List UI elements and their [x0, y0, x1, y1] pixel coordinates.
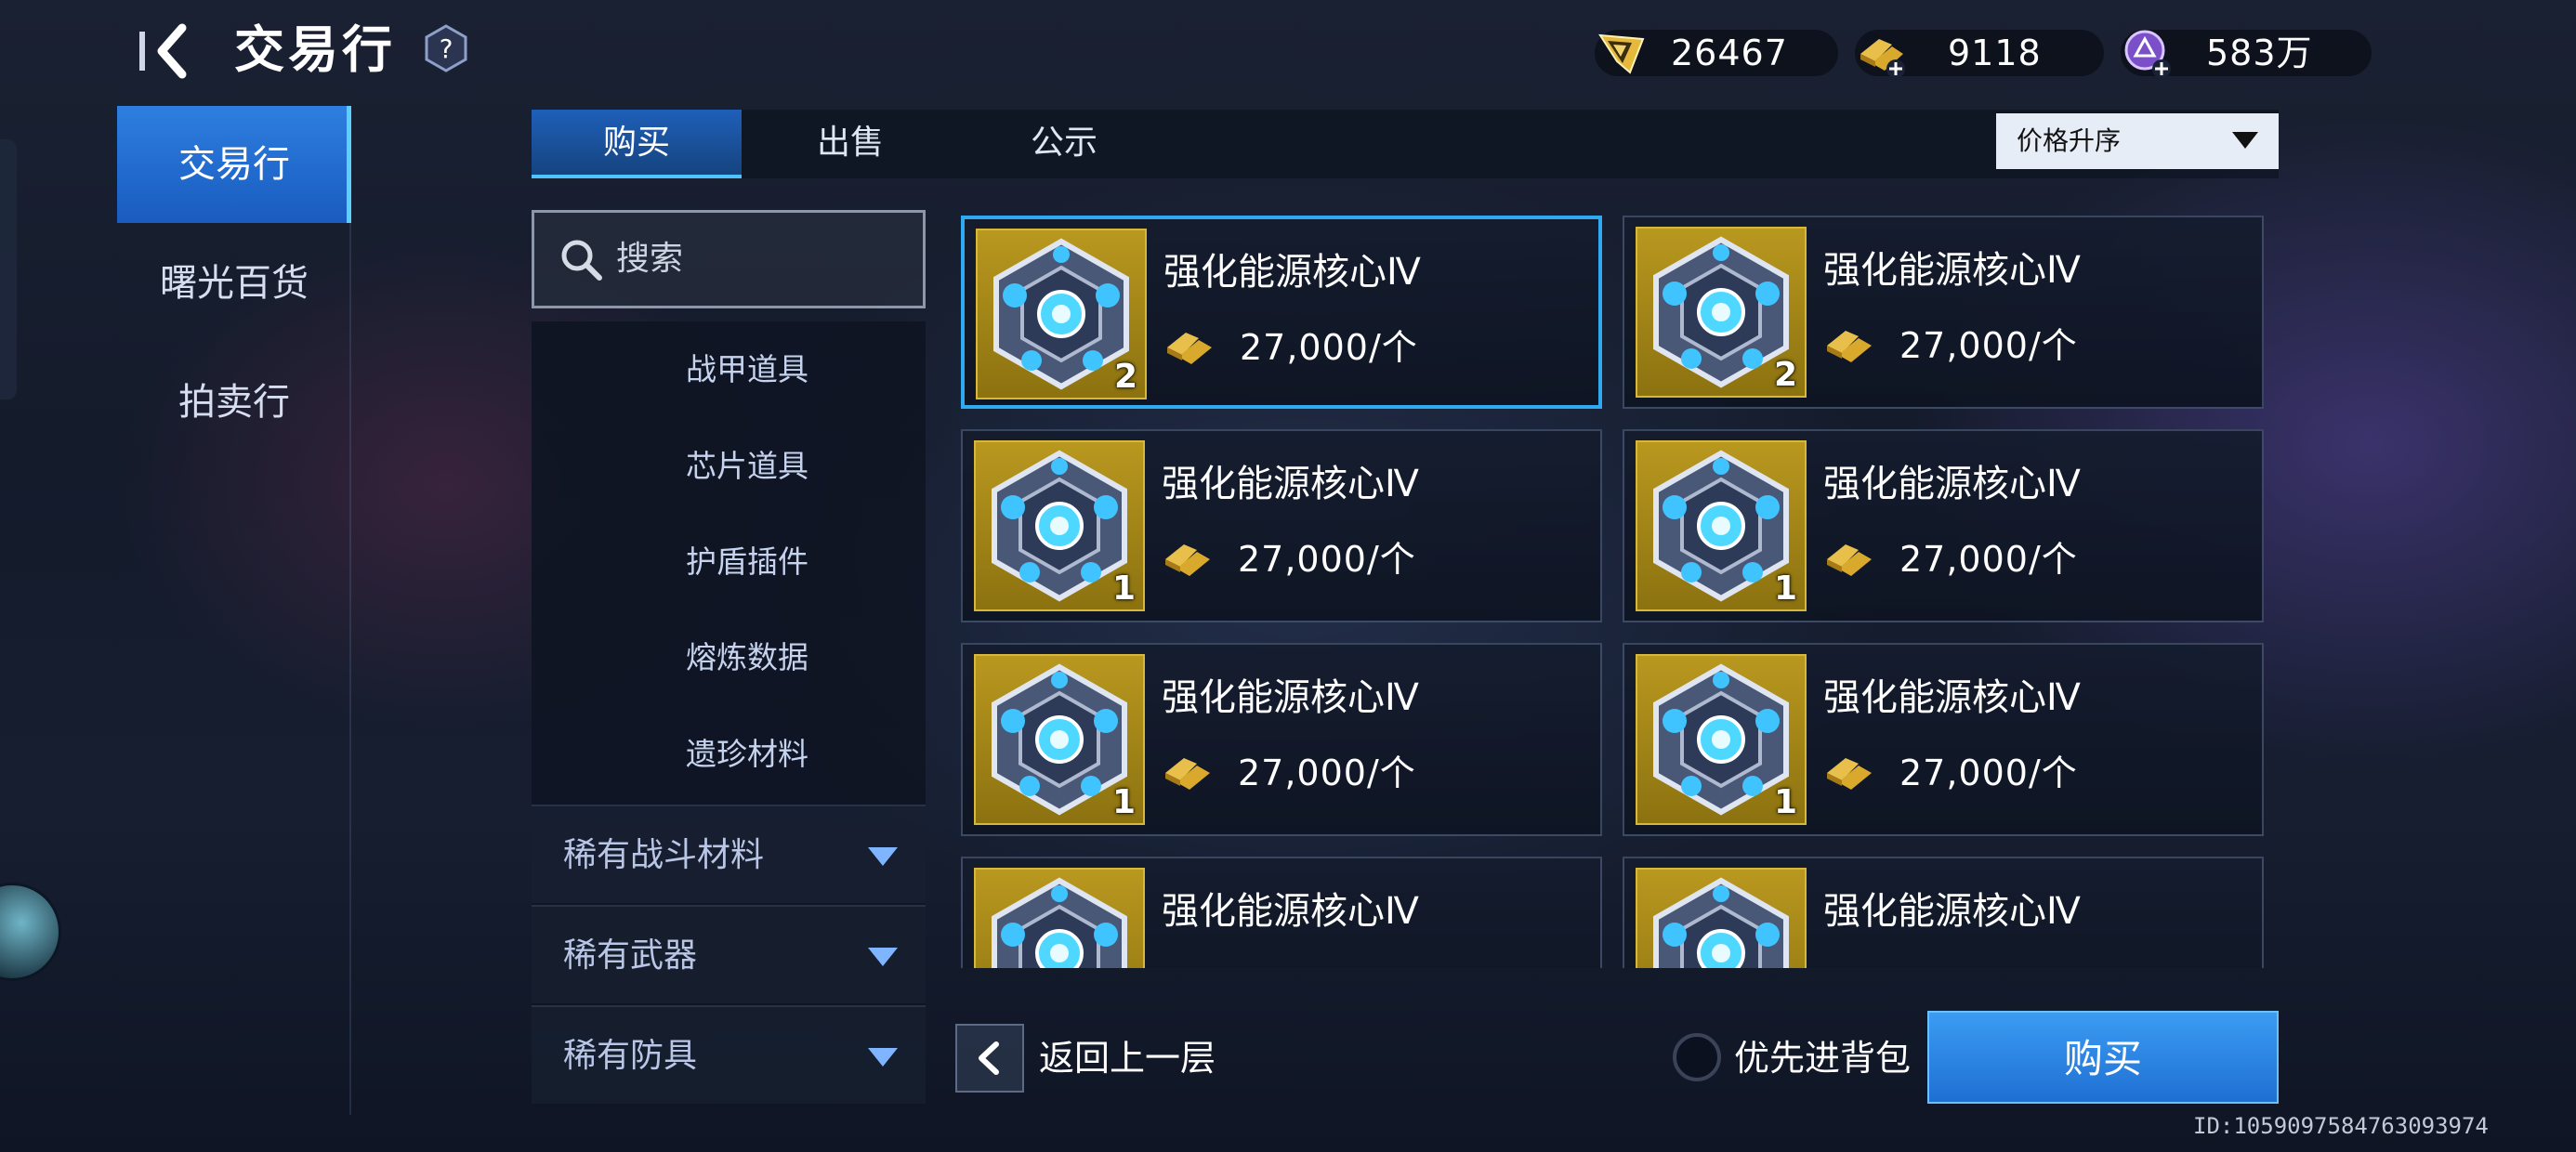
gold-bars-add-icon: [1860, 39, 1905, 78]
item-quantity: 1: [1111, 783, 1136, 821]
item-thumbnail: 1: [974, 440, 1145, 611]
subcategory-item[interactable]: 护盾插件: [532, 525, 926, 599]
search-placeholder: 搜索: [616, 240, 684, 278]
back-button[interactable]: [139, 20, 206, 82]
credit-ticket-icon: [1598, 33, 1645, 74]
item-quantity: 2: [1113, 358, 1137, 396]
search-icon: [561, 240, 602, 281]
item-name: 强化能源核心Ⅳ: [1162, 676, 1419, 719]
expand-arrow-icon: [868, 1048, 898, 1067]
item-quantity: 1: [1773, 569, 1797, 608]
sort-selected-label: 价格升序: [2017, 125, 2122, 156]
gold-bars-icon: [1165, 544, 1210, 576]
item-thumbnail: 2: [976, 229, 1147, 399]
gold-value: 9118: [1948, 33, 2042, 73]
category-group-label: 稀有防具: [563, 1037, 698, 1075]
page-title: 交易行: [234, 20, 396, 79]
gold-bars-icon: [1827, 544, 1872, 576]
category-group-label: 稀有战斗材料: [563, 836, 765, 874]
currency-gold[interactable]: 9118: [1855, 30, 2104, 78]
item-price: 27,000/个: [1899, 753, 2078, 793]
category-group-rare-weapon[interactable]: 稀有武器: [532, 905, 926, 1003]
tab-buy[interactable]: 购买: [532, 110, 742, 178]
expand-arrow-icon: [868, 847, 898, 866]
player-id: ID:1059097584763093974: [2193, 1113, 2489, 1139]
energy-core-icon: [1653, 877, 1789, 968]
category-group-rare-combat[interactable]: 稀有战斗材料: [532, 805, 926, 903]
subcategory-item[interactable]: 熔炼数据: [532, 621, 926, 695]
priority-bag-label[interactable]: 优先进背包: [1734, 1024, 1911, 1093]
listing-card[interactable]: 2 强化能源核心Ⅳ 27,000/个: [1623, 216, 2264, 409]
listing-card[interactable]: 2 强化能源核心Ⅳ 27,000/个: [961, 216, 1602, 409]
orb-value: 583万: [2206, 33, 2313, 73]
purple-orb-add-icon: [2124, 30, 2171, 78]
dropdown-arrow-icon: [2232, 132, 2258, 149]
buy-button[interactable]: 购买: [1927, 1011, 2279, 1104]
listing-card[interactable]: 1 强化能源核心Ⅳ 27,000/个: [1623, 429, 2264, 622]
back-one-level-button[interactable]: [955, 1024, 1024, 1093]
currency-credits: 26467: [1595, 30, 1838, 76]
tab-public[interactable]: 公示: [959, 110, 1169, 178]
chevron-left-icon: [979, 1041, 999, 1075]
help-label: ?: [440, 33, 453, 64]
item-price: 27,000/个: [1899, 325, 2078, 366]
listing-grid[interactable]: 2 强化能源核心Ⅳ 27,000/个 2 强化能源核心Ⅳ 27,000/个 1 …: [957, 214, 2277, 968]
listing-card[interactable]: 1 强化能源核心Ⅳ 27,000/个: [1623, 643, 2264, 836]
search-input[interactable]: 搜索: [532, 210, 926, 308]
item-name: 强化能源核心Ⅳ: [1823, 890, 2081, 933]
credits-value: 26467: [1671, 33, 1788, 73]
item-name: 强化能源核心Ⅳ: [1162, 463, 1419, 505]
expand-arrow-icon: [868, 948, 898, 966]
gold-bars-icon: [1827, 758, 1872, 790]
tab-sell[interactable]: 出售: [745, 110, 955, 178]
category-panel: 战甲道具 芯片道具 护盾插件 熔炼数据 遗珍材料 稀有战斗材料 稀有武器 稀有防…: [532, 321, 926, 1104]
side-drawer-handle[interactable]: [0, 139, 17, 399]
sort-dropdown[interactable]: 价格升序: [1996, 113, 2279, 169]
listing-card[interactable]: 强化能源核心Ⅳ: [1623, 857, 2264, 968]
item-thumbnail: 1: [1636, 654, 1807, 825]
item-quantity: 1: [1111, 569, 1136, 608]
energy-core-icon: [992, 877, 1127, 968]
priority-bag-radio[interactable]: [1673, 1033, 1721, 1081]
item-name: 强化能源核心Ⅳ: [1163, 251, 1421, 294]
nav-item-auction[interactable]: 拍卖行: [117, 344, 351, 461]
item-price: 27,000/个: [1240, 327, 1418, 368]
gold-bars-icon: [1827, 331, 1872, 362]
item-name: 强化能源核心Ⅳ: [1823, 463, 2081, 505]
item-name: 强化能源核心Ⅳ: [1823, 249, 2081, 292]
item-name: 强化能源核心Ⅳ: [1823, 676, 2081, 719]
subcategory-item[interactable]: 遗珍材料: [532, 717, 926, 792]
help-icon: ?: [425, 24, 467, 72]
item-quantity: 2: [1773, 356, 1797, 394]
nav-item-dawn-store[interactable]: 曙光百货: [117, 225, 351, 342]
item-thumbnail: 2: [1636, 227, 1807, 398]
back-arrow-icon: [139, 23, 187, 79]
item-price: 27,000/个: [1238, 753, 1416, 793]
item-name: 强化能源核心Ⅳ: [1162, 890, 1419, 933]
gold-bars-icon: [1167, 333, 1212, 364]
subcategory-item[interactable]: 战甲道具: [532, 333, 926, 407]
listing-card[interactable]: 1 强化能源核心Ⅳ 27,000/个: [961, 643, 1602, 836]
item-thumbnail: 1: [1636, 440, 1807, 611]
listing-card[interactable]: 强化能源核心Ⅳ: [961, 857, 1602, 968]
item-price: 27,000/个: [1899, 539, 2078, 580]
item-quantity: 1: [1773, 783, 1797, 821]
back-one-level-label[interactable]: 返回上一层: [1039, 1024, 1216, 1093]
item-thumbnail: [1636, 868, 1807, 968]
item-thumbnail: 1: [974, 654, 1145, 825]
category-group-label: 稀有武器: [563, 936, 698, 975]
item-thumbnail: [974, 868, 1145, 968]
item-price: 27,000/个: [1238, 539, 1416, 580]
subcategory-item[interactable]: 芯片道具: [532, 429, 926, 504]
currency-orb[interactable]: 583万: [2121, 30, 2372, 78]
subcategory-list: 战甲道具 芯片道具 护盾插件 熔炼数据 遗珍材料: [532, 321, 926, 805]
category-group-rare-armor[interactable]: 稀有防具: [532, 1005, 926, 1104]
assistant-avatar[interactable]: [0, 883, 61, 981]
gold-bars-icon: [1165, 758, 1210, 790]
listing-card[interactable]: 1 强化能源核心Ⅳ 27,000/个: [961, 429, 1602, 622]
nav-item-trading-post[interactable]: 交易行: [117, 106, 351, 223]
help-button[interactable]: ?: [424, 24, 468, 72]
